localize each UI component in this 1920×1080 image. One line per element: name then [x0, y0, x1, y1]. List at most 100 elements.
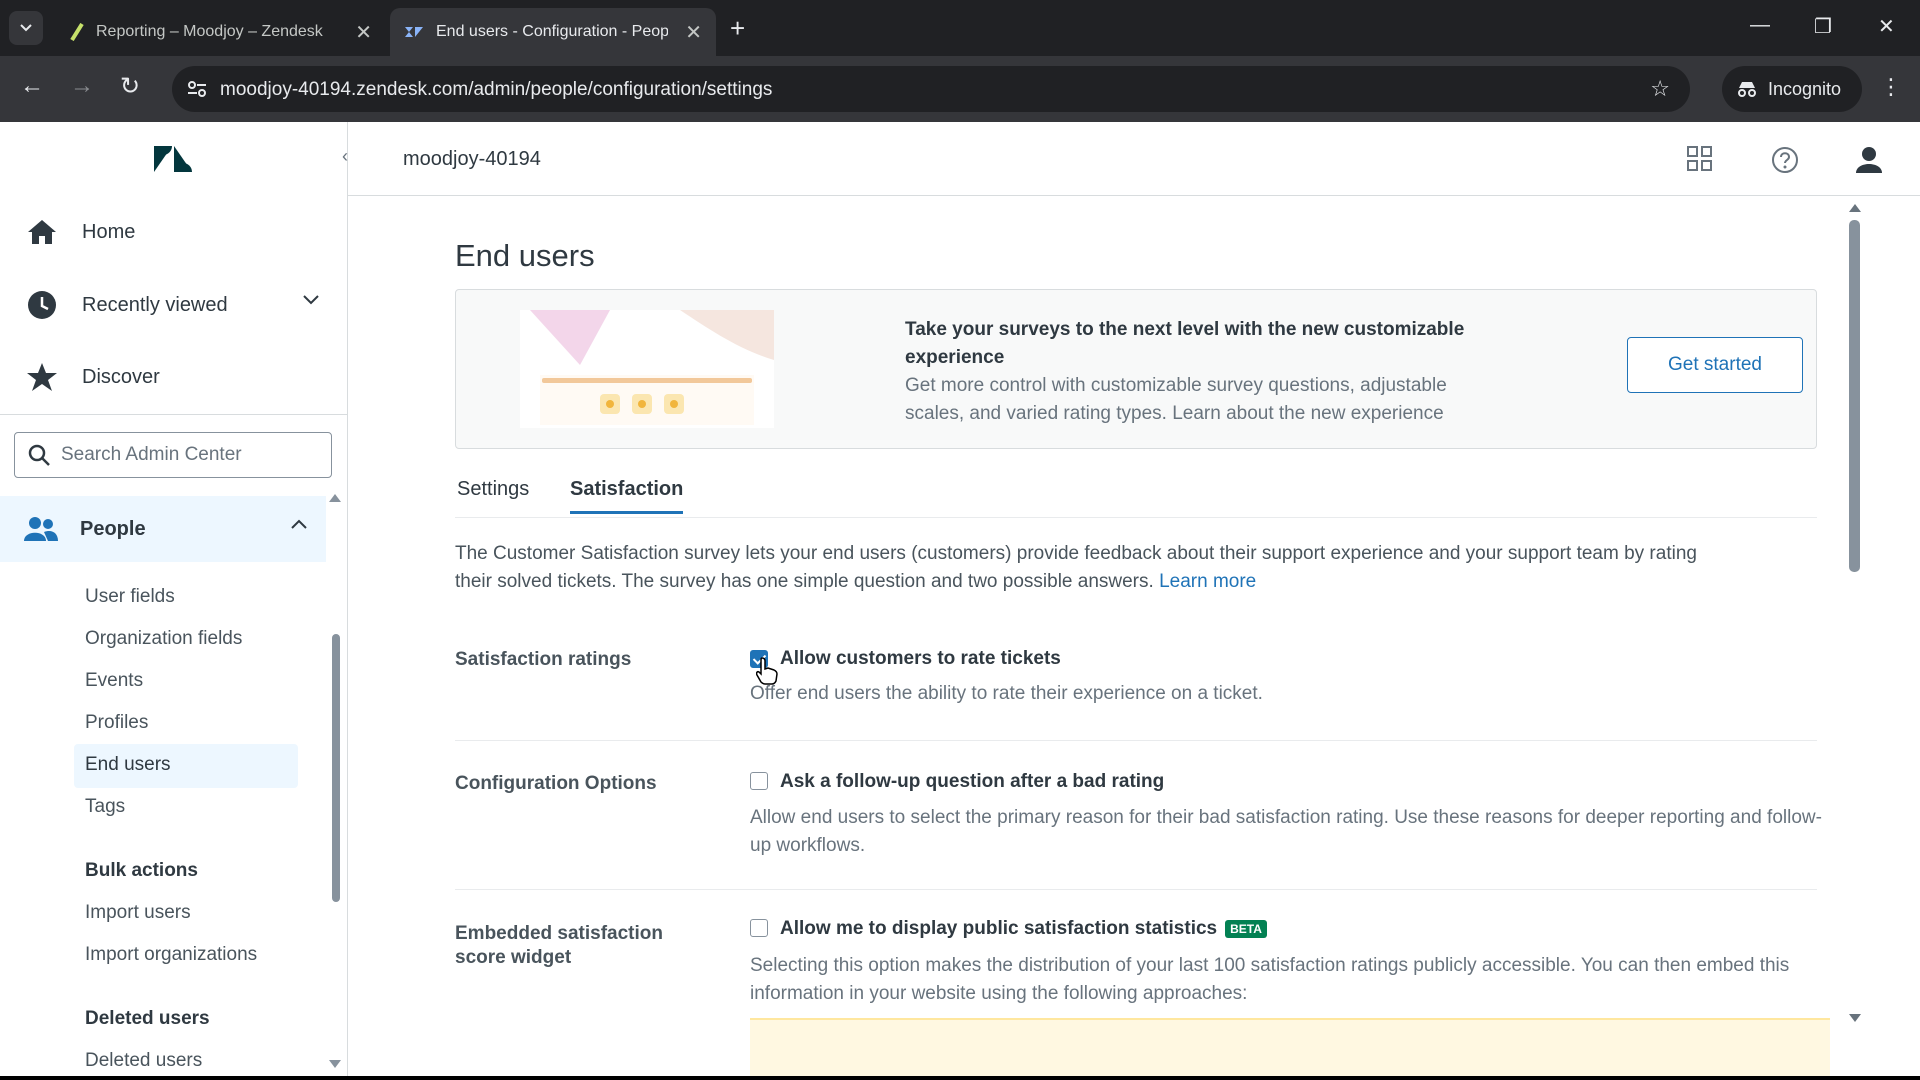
new-tab-button[interactable]: + — [730, 14, 745, 42]
public-statistics-label[interactable]: Allow me to display public satisfaction … — [780, 918, 1267, 940]
nav-home[interactable]: Home — [0, 197, 340, 267]
tab-satisfaction[interactable]: Satisfaction — [570, 478, 684, 514]
main-scroll-up[interactable] — [1849, 204, 1861, 212]
browser-menu-icon[interactable]: ⋮ — [1880, 74, 1902, 100]
public-statistics-hint: Selecting this option makes the distribu… — [750, 955, 1790, 1004]
follow-up-question-hint: Allow end users to select the primary re… — [750, 807, 1822, 856]
get-started-button[interactable]: Get started — [1627, 337, 1803, 393]
search-input[interactable] — [61, 444, 311, 466]
sidebar-item-tags[interactable]: Tags — [85, 796, 125, 818]
zendesk-logo-icon[interactable] — [154, 144, 192, 174]
group-heading-bulk-actions: Bulk actions — [85, 860, 198, 881]
incognito-indicator[interactable]: Incognito — [1722, 66, 1862, 112]
star-icon — [27, 363, 57, 391]
tab-search-button[interactable] — [9, 11, 43, 45]
search-icon — [28, 444, 50, 466]
tab-title: Reporting – Moodjoy – Zendesk — [96, 23, 323, 40]
nav-discover[interactable]: Discover — [0, 342, 340, 412]
sidebar-item-user-fields[interactable]: User fields — [85, 586, 175, 608]
follow-up-question-checkbox[interactable] — [750, 772, 768, 790]
page-tabs: Settings Satisfaction — [455, 466, 1817, 518]
forward-icon[interactable]: → — [70, 72, 94, 100]
mouse-pointer-icon — [756, 657, 778, 685]
products-grid-icon[interactable] — [1687, 146, 1713, 172]
sidebar-scroll-up[interactable] — [329, 494, 341, 502]
row-label-configuration-options: Configuration Options — [455, 773, 657, 794]
close-tab-icon[interactable]: ✕ — [685, 20, 702, 45]
browser-toolbar: ← → ↻ moodjoy-40194.zendesk.com/admin/pe… — [0, 56, 1920, 122]
nav-label: People — [80, 517, 146, 540]
tab-settings[interactable]: Settings — [457, 478, 529, 511]
main-scroll-down[interactable] — [1849, 1014, 1861, 1022]
nav-label: Recently viewed — [82, 293, 228, 316]
zendesk-favicon-icon — [70, 23, 84, 41]
banner-body: Get more control with customizable surve… — [905, 375, 1447, 424]
sidebar-item-end-users[interactable]: End users — [85, 754, 171, 776]
learn-more-link[interactable]: Learn more — [1159, 571, 1256, 592]
incognito-icon — [1738, 82, 1756, 97]
admin-topbar: moodjoy-40194 — [348, 122, 1920, 196]
sidebar-item-import-organizations[interactable]: Import organizations — [85, 944, 257, 966]
nav-people[interactable]: People — [0, 496, 326, 562]
group-heading-deleted-users: Deleted users — [85, 1008, 210, 1029]
survey-illustration — [520, 310, 774, 428]
row-divider — [455, 740, 1817, 741]
reload-icon[interactable]: ↻ — [120, 72, 140, 101]
window-close-icon[interactable]: ✕ — [1878, 14, 1895, 39]
beta-badge: BETA — [1225, 919, 1267, 938]
nav-label: Home — [82, 220, 136, 243]
back-icon[interactable]: ← — [20, 72, 44, 100]
url-text: moodjoy-40194.zendesk.com/admin/people/c… — [220, 79, 773, 100]
public-statistics-text: Allow me to display public satisfaction … — [780, 918, 1218, 939]
survey-promo-banner: Take your surveys to the next level with… — [455, 289, 1817, 449]
restore-icon[interactable]: ❐ — [1814, 14, 1832, 39]
help-icon[interactable] — [1771, 146, 1799, 174]
survey-illustration-graphic — [520, 310, 774, 428]
admin-sidebar: ‹ Home Recently viewed Discover People U… — [0, 122, 348, 1080]
sidebar-item-organization-fields[interactable]: Organization fields — [85, 628, 242, 650]
minimize-icon[interactable]: — — [1750, 14, 1770, 37]
sidebar-item-events[interactable]: Events — [85, 670, 143, 692]
search-admin-center[interactable] — [14, 432, 332, 478]
public-statistics-checkbox[interactable] — [750, 919, 768, 937]
address-bar[interactable]: moodjoy-40194.zendesk.com/admin/people/c… — [172, 66, 1690, 112]
chevron-down-icon — [20, 24, 32, 32]
allow-rate-tickets-hint: Offer end users the ability to rate thei… — [750, 683, 1263, 704]
account-name: moodjoy-40194 — [403, 148, 541, 170]
sidebar-item-import-users[interactable]: Import users — [85, 902, 191, 924]
browser-tab-end-users[interactable]: End users - Configuration - People ✕ — [390, 8, 716, 56]
description-text: The Customer Satisfaction survey lets yo… — [455, 543, 1697, 592]
close-tab-icon[interactable]: ✕ — [355, 20, 372, 45]
follow-up-question-label[interactable]: Ask a follow-up question after a bad rat… — [780, 771, 1164, 793]
browser-tab-reporting[interactable]: Reporting – Moodjoy – Zendesk ✕ — [56, 8, 386, 56]
sidebar-scrollbar[interactable] — [332, 634, 340, 902]
bookmark-star-icon[interactable]: ☆ — [1650, 76, 1670, 102]
chevron-down-icon[interactable] — [302, 294, 320, 306]
sidebar-divider — [0, 414, 347, 415]
home-icon — [28, 220, 56, 244]
nav-label: Discover — [82, 365, 160, 388]
row-divider — [455, 889, 1817, 890]
screen-bottom-edge — [0, 1076, 1920, 1080]
embed-approaches-notice — [750, 1018, 1830, 1078]
main-scrollbar[interactable] — [1849, 220, 1860, 572]
people-icon — [24, 517, 58, 541]
incognito-label: Incognito — [1768, 78, 1842, 99]
nav-recently-viewed[interactable]: Recently viewed — [0, 270, 340, 340]
user-avatar-icon[interactable] — [1856, 146, 1882, 174]
page-title: End users — [455, 238, 595, 273]
row-label-satisfaction-ratings: Satisfaction ratings — [455, 649, 632, 670]
sidebar-item-deleted-users[interactable]: Deleted users — [85, 1050, 202, 1072]
main-content: End users Take your surveys to the next … — [348, 196, 1920, 1080]
site-settings-icon[interactable] — [186, 78, 208, 100]
allow-rate-tickets-label[interactable]: Allow customers to rate tickets — [780, 648, 1061, 670]
browser-tabstrip: Reporting – Moodjoy – Zendesk ✕ End user… — [0, 0, 1920, 56]
chevron-up-icon[interactable] — [290, 518, 308, 530]
sidebar-scroll-down[interactable] — [329, 1060, 341, 1068]
zendesk-admin-favicon-icon — [405, 27, 423, 37]
satisfaction-description: The Customer Satisfaction survey lets yo… — [455, 540, 1715, 596]
banner-heading: Take your surveys to the next level with… — [905, 319, 1465, 368]
tab-title: End users - Configuration - People — [436, 23, 668, 40]
row-label-embedded-widget: Embedded satisfaction score widget — [455, 923, 663, 968]
sidebar-item-profiles[interactable]: Profiles — [85, 712, 148, 734]
